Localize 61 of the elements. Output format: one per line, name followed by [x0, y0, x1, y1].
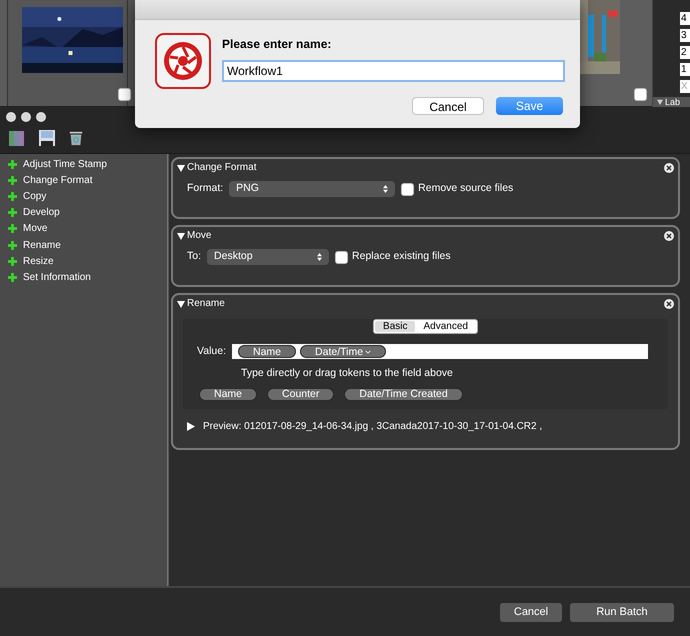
sidebar-item[interactable]: Rename	[23, 238, 61, 253]
collapse-triangle-icon[interactable]	[177, 232, 185, 240]
sidebar-item[interactable]: Move	[23, 221, 48, 236]
stepper-icon	[383, 185, 388, 193]
preview-text: Preview: 012017-08-29_14-06-34.jpg , 3Canada2017-10-30_17-01-04.CR2 ,	[203, 420, 542, 434]
rating-filter[interactable]: 1	[680, 63, 690, 76]
chevron-icon	[365, 350, 372, 354]
sidebar-item[interactable]: Set Information	[23, 270, 91, 285]
close-icon[interactable]	[664, 298, 674, 308]
sidebar-item[interactable]: Develop	[23, 205, 60, 220]
checkbox[interactable]	[335, 250, 348, 264]
collapse-triangle-icon[interactable]	[177, 164, 185, 172]
collapse-triangle-icon[interactable]	[177, 300, 185, 308]
checkbox[interactable]	[401, 182, 414, 196]
hint-text: Type directly or drag tokens to the field above	[240, 366, 454, 381]
panel-title: Move	[187, 229, 212, 243]
expand-triangle-icon[interactable]	[187, 422, 195, 430]
sidebar-item[interactable]: Copy	[23, 188, 46, 204]
dialog-button[interactable]: Cancel	[412, 97, 484, 115]
sidebar-item[interactable]: Adjust Time Stamp	[23, 156, 107, 172]
token-chip[interactable]: Name	[199, 388, 258, 400]
books-icon[interactable]	[8, 128, 26, 146]
token-chip[interactable]: Counter	[267, 388, 334, 400]
sidebar-item[interactable]: Change Format	[23, 172, 92, 188]
checkbox-label: Remove source files	[418, 181, 514, 196]
panel-title: Rename	[187, 297, 225, 311]
dropdown[interactable]: Desktop	[207, 249, 330, 265]
close-icon[interactable]	[664, 230, 674, 240]
plus-icon[interactable]	[8, 224, 17, 234]
tab[interactable]: Basic	[375, 321, 416, 332]
plus-icon[interactable]	[8, 256, 17, 266]
token-chip[interactable]: Date/Time Created	[344, 388, 463, 400]
prompt-label: Please enter name:	[222, 36, 332, 53]
panel-title: Change Format	[187, 161, 256, 175]
plus-icon[interactable]	[8, 272, 17, 282]
token-chip[interactable]: Name	[238, 345, 296, 358]
plus-icon[interactable]	[8, 240, 17, 250]
field-label: Value:	[197, 344, 226, 359]
rating-filter[interactable]: 4	[680, 12, 690, 25]
dropdown[interactable]: PNG	[229, 181, 396, 197]
field-label: Format:	[187, 181, 224, 196]
name-field[interactable]: Workflow1	[222, 60, 565, 82]
close-icon[interactable]	[664, 162, 674, 172]
footer-button[interactable]: Cancel	[500, 602, 562, 622]
thumbnail-checkbox[interactable]	[634, 88, 647, 101]
plus-icon[interactable]	[8, 176, 17, 185]
plus-icon[interactable]	[8, 208, 17, 218]
stepper-icon	[317, 253, 322, 261]
token-chip[interactable]: Date/Time	[300, 345, 386, 358]
aperture-logo-icon	[155, 33, 211, 89]
footer-button[interactable]: Run Batch	[570, 602, 674, 622]
sidebar-item[interactable]: Resize	[23, 254, 54, 269]
thumbnail-checkbox[interactable]	[118, 88, 131, 101]
plus-icon[interactable]	[8, 192, 17, 201]
checkbox-label: Replace existing files	[352, 249, 451, 264]
panel-label: Lab	[665, 97, 680, 107]
plus-icon[interactable]	[8, 160, 17, 169]
rating-filter[interactable]: 2	[680, 46, 690, 59]
rating-filter[interactable]: 3	[680, 29, 690, 42]
token-field[interactable]: Name Date/Time	[232, 344, 648, 360]
field-label: To:	[187, 249, 202, 264]
